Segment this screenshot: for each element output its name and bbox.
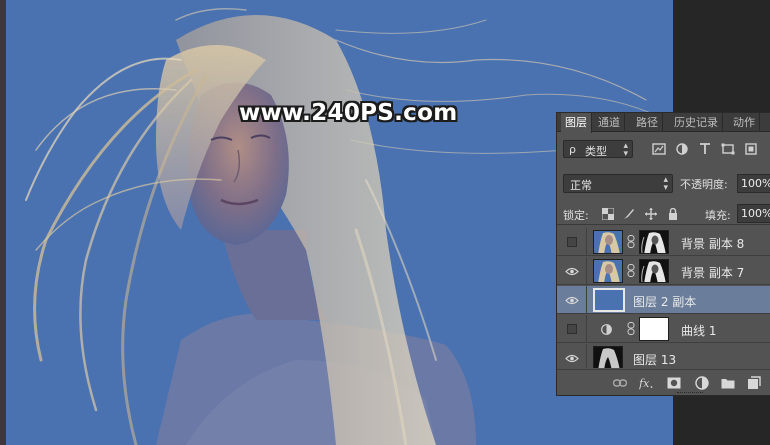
eye-icon bbox=[565, 354, 579, 363]
blend-row: 正常 ▴ ▾ 不透明度: 100% bbox=[557, 171, 770, 195]
visibility-toggle[interactable] bbox=[557, 344, 587, 368]
layer-filter-row: ρ 类型 ▴ ▾ bbox=[557, 133, 770, 163]
layers-bottom-toolbar: fx bbox=[557, 369, 770, 395]
layer-name[interactable]: 背景 副本 7 bbox=[681, 264, 744, 281]
layer-thumbnail bbox=[593, 230, 623, 254]
visibility-toggle[interactable] bbox=[557, 257, 587, 285]
lock-image-pixels-icon[interactable] bbox=[623, 208, 635, 220]
lock-row: 锁定: 填充: 100% bbox=[557, 201, 770, 225]
layer-name[interactable]: 图层 13 bbox=[633, 351, 676, 368]
layer-row[interactable]: 背景 副本 8 bbox=[557, 228, 770, 256]
layer-thumbnail bbox=[593, 288, 625, 312]
mask-link-icon[interactable] bbox=[627, 264, 635, 277]
adjustment-icon[interactable] bbox=[695, 376, 709, 390]
fx-icon[interactable]: fx bbox=[639, 376, 653, 390]
layer-row[interactable]: 背景 副本 7 bbox=[557, 257, 770, 285]
mask-link-icon[interactable] bbox=[627, 235, 635, 248]
layer-mask-thumbnail[interactable] bbox=[639, 317, 669, 341]
mask-link-icon[interactable] bbox=[627, 322, 635, 335]
visibility-toggle[interactable] bbox=[557, 286, 587, 314]
layers-panel: 图层 通道 路径 历史记录 动作 ρ 类型 ▴ ▾ 正常 ▴ ▾ 不透明度: 100… bbox=[556, 112, 770, 396]
filter-kind-label: 类型 bbox=[585, 145, 607, 158]
lock-transparent-pixels-icon[interactable] bbox=[602, 208, 614, 220]
layer-mask-thumbnail[interactable] bbox=[639, 230, 669, 254]
blend-mode-select[interactable]: 正常 ▴ ▾ bbox=[563, 174, 673, 193]
fill-label: 填充: bbox=[705, 209, 731, 222]
opacity-label: 不透明度: bbox=[680, 178, 728, 191]
layer-row-selected[interactable]: 图层 2 副本 bbox=[557, 286, 770, 314]
layer-name[interactable]: 图层 2 副本 bbox=[633, 293, 696, 310]
updown-arrow-icon: ▴ ▾ bbox=[623, 141, 628, 159]
layer-row[interactable]: 曲线 1 bbox=[557, 315, 770, 343]
new-layer-icon[interactable] bbox=[747, 376, 761, 390]
panel-tabbar: 图层 通道 路径 历史记录 动作 bbox=[557, 113, 770, 133]
tab-channels[interactable]: 通道 bbox=[594, 113, 625, 132]
link-icon[interactable] bbox=[613, 376, 627, 390]
updown-arrow-icon: ▴ ▾ bbox=[663, 175, 668, 193]
layer-mask-thumbnail[interactable] bbox=[639, 259, 669, 283]
layer-thumbnail bbox=[593, 259, 623, 283]
lock-label: 锁定: bbox=[563, 209, 589, 222]
visibility-toggle[interactable] bbox=[557, 228, 587, 256]
fill-input[interactable]: 100% bbox=[737, 204, 770, 223]
tab-paths[interactable]: 路径 bbox=[632, 113, 663, 132]
layer-list: 背景 副本 8 背景 副本 7 图层 2 副本 曲线 1 图层 13 bbox=[557, 228, 770, 368]
opacity-input[interactable]: 100% bbox=[737, 174, 770, 193]
lock-position-icon[interactable] bbox=[645, 208, 657, 220]
blend-mode-value: 正常 bbox=[570, 179, 592, 192]
svg-text:fx: fx bbox=[639, 377, 650, 390]
layer-thumbnail bbox=[593, 346, 623, 368]
tab-history[interactable]: 历史记录 bbox=[670, 113, 723, 132]
type-filter-icon[interactable] bbox=[698, 143, 712, 155]
panel-resize-grip[interactable] bbox=[677, 392, 703, 395]
adjustment-layer-icon bbox=[601, 324, 612, 335]
visibility-off-box bbox=[567, 324, 577, 334]
eye-icon bbox=[565, 296, 579, 305]
search-icon: ρ bbox=[569, 143, 576, 156]
tab-layers[interactable]: 图层 bbox=[561, 113, 592, 133]
lock-all-icon[interactable] bbox=[667, 208, 679, 220]
adjustment-filter-icon[interactable] bbox=[675, 143, 689, 155]
visibility-off-box bbox=[567, 237, 577, 247]
pixel-filter-icon[interactable] bbox=[652, 143, 666, 155]
visibility-toggle[interactable] bbox=[557, 315, 587, 343]
eye-icon bbox=[565, 267, 579, 276]
add-mask-icon[interactable] bbox=[667, 376, 681, 390]
layer-row[interactable]: 图层 13 bbox=[557, 344, 770, 368]
layer-name[interactable]: 曲线 1 bbox=[681, 322, 716, 339]
filter-kind-select[interactable]: ρ 类型 ▴ ▾ bbox=[563, 140, 633, 159]
shape-filter-icon[interactable] bbox=[721, 143, 735, 155]
watermark-text: www.240PS.com bbox=[239, 100, 458, 126]
tab-actions[interactable]: 动作 bbox=[729, 113, 760, 132]
smart-object-filter-icon[interactable] bbox=[744, 143, 758, 155]
layer-name[interactable]: 背景 副本 8 bbox=[681, 235, 744, 252]
group-folder-icon[interactable] bbox=[721, 376, 735, 390]
